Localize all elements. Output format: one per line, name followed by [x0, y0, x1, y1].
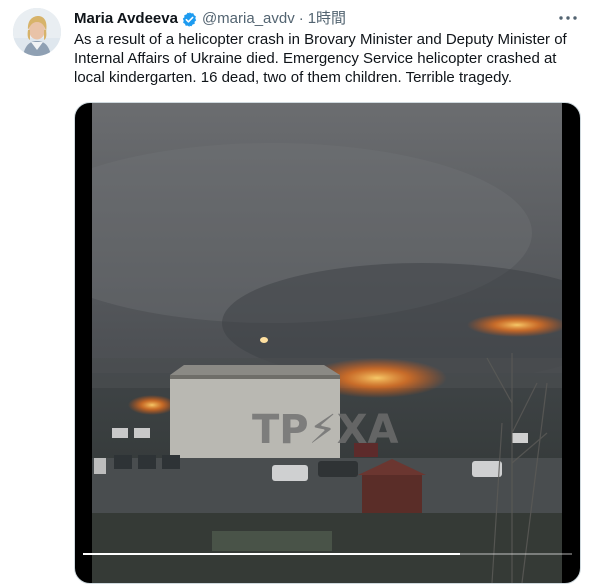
- tweet-media[interactable]: ТР⚡ХА: [74, 102, 581, 584]
- tweet[interactable]: Maria Avdeeva @maria_avdv · 1時間 As a res…: [0, 0, 591, 584]
- author-name[interactable]: Maria Avdeeva: [74, 9, 178, 29]
- tweet-header: Maria Avdeeva @maria_avdv · 1時間: [74, 9, 577, 29]
- avatar[interactable]: [13, 8, 61, 56]
- tweet-text: As a result of a helicopter crash in Bro…: [74, 31, 567, 86]
- video-player[interactable]: ТР⚡ХА: [92, 103, 562, 583]
- more-dots-icon[interactable]: [557, 9, 579, 27]
- verified-badge-icon: [182, 11, 197, 27]
- video-frame: ТР⚡ХА: [92, 103, 562, 583]
- video-progress-fill: [83, 553, 460, 555]
- separator-dot: ·: [298, 10, 304, 27]
- avatar-image: [13, 8, 61, 56]
- author-handle[interactable]: @maria_avdv: [202, 9, 295, 29]
- video-progress-bar[interactable]: [83, 553, 572, 555]
- video-watermark: ТР⚡ХА: [252, 407, 399, 453]
- tweet-timestamp[interactable]: 1時間: [308, 9, 346, 29]
